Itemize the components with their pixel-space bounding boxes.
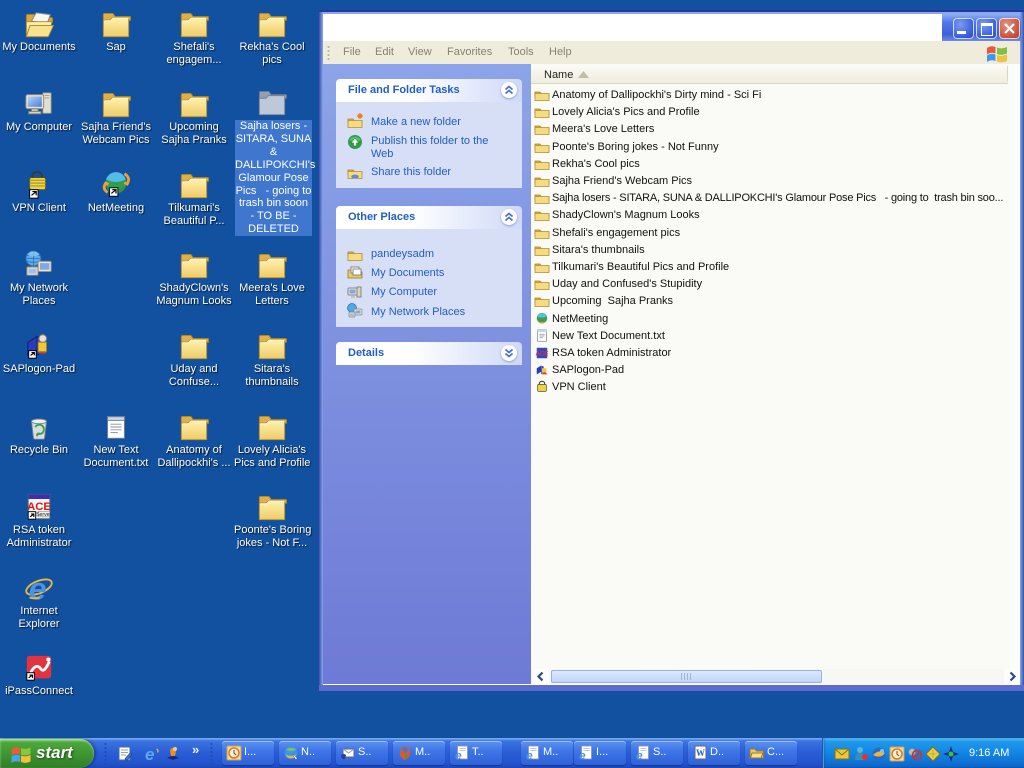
svg-text:W: W [696, 748, 705, 758]
svg-text:ACE: ACE [536, 351, 549, 358]
svg-text:e: e [145, 746, 154, 762]
